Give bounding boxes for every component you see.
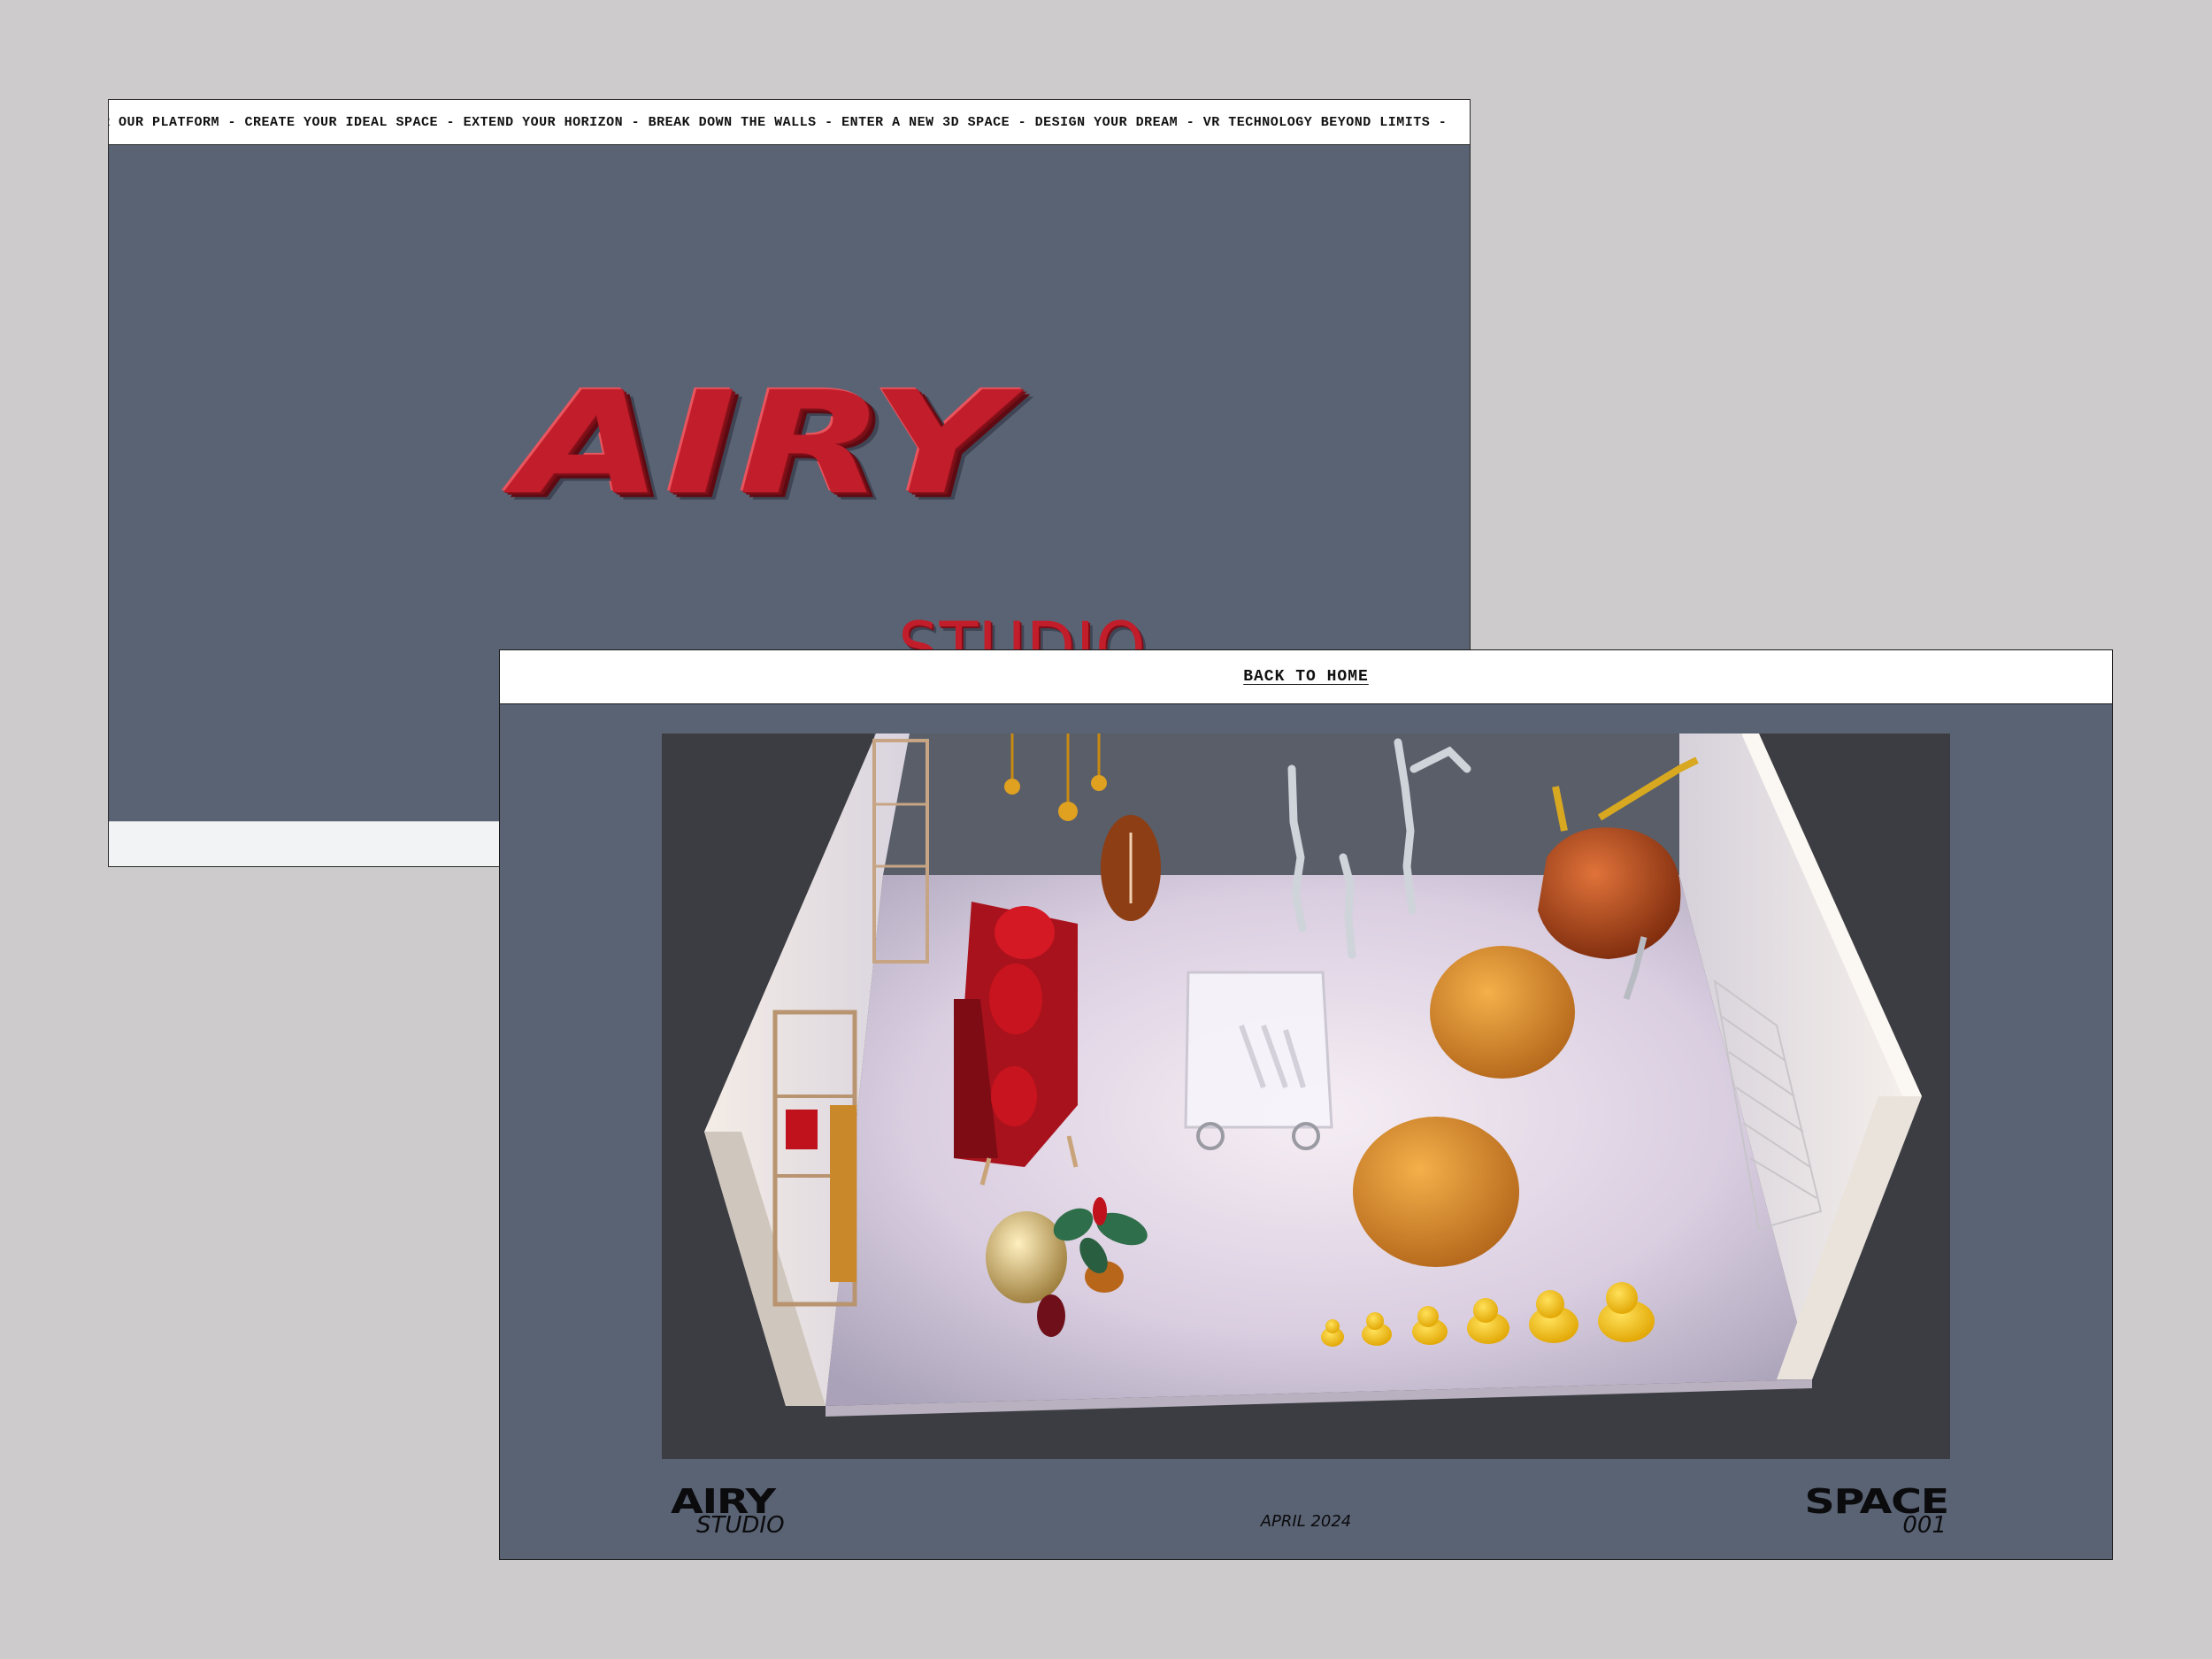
room-3d-viewport[interactable] [662,733,1950,1459]
back-to-home-link[interactable]: BACK TO HOME [1243,668,1369,686]
top-nav: BACK TO HOME [500,650,2112,704]
footer-space-number: 001 [1902,1512,1947,1539]
marquee-ticker: R OUR PLATFORM - CREATE YOUR IDEAL SPACE… [109,100,1470,145]
hero-brand: AIRY [516,360,1010,526]
space-footer: AIRY STUDIO APRIL 2024 SPACE 001 [500,1482,2112,1553]
ticker-text: R OUR PLATFORM - CREATE YOUR IDEAL SPACE… [109,114,1448,130]
room-render [662,733,1950,1459]
space-window: BACK TO HOME AIRY STUDIO APRIL 2024 SPAC… [499,649,2113,1560]
